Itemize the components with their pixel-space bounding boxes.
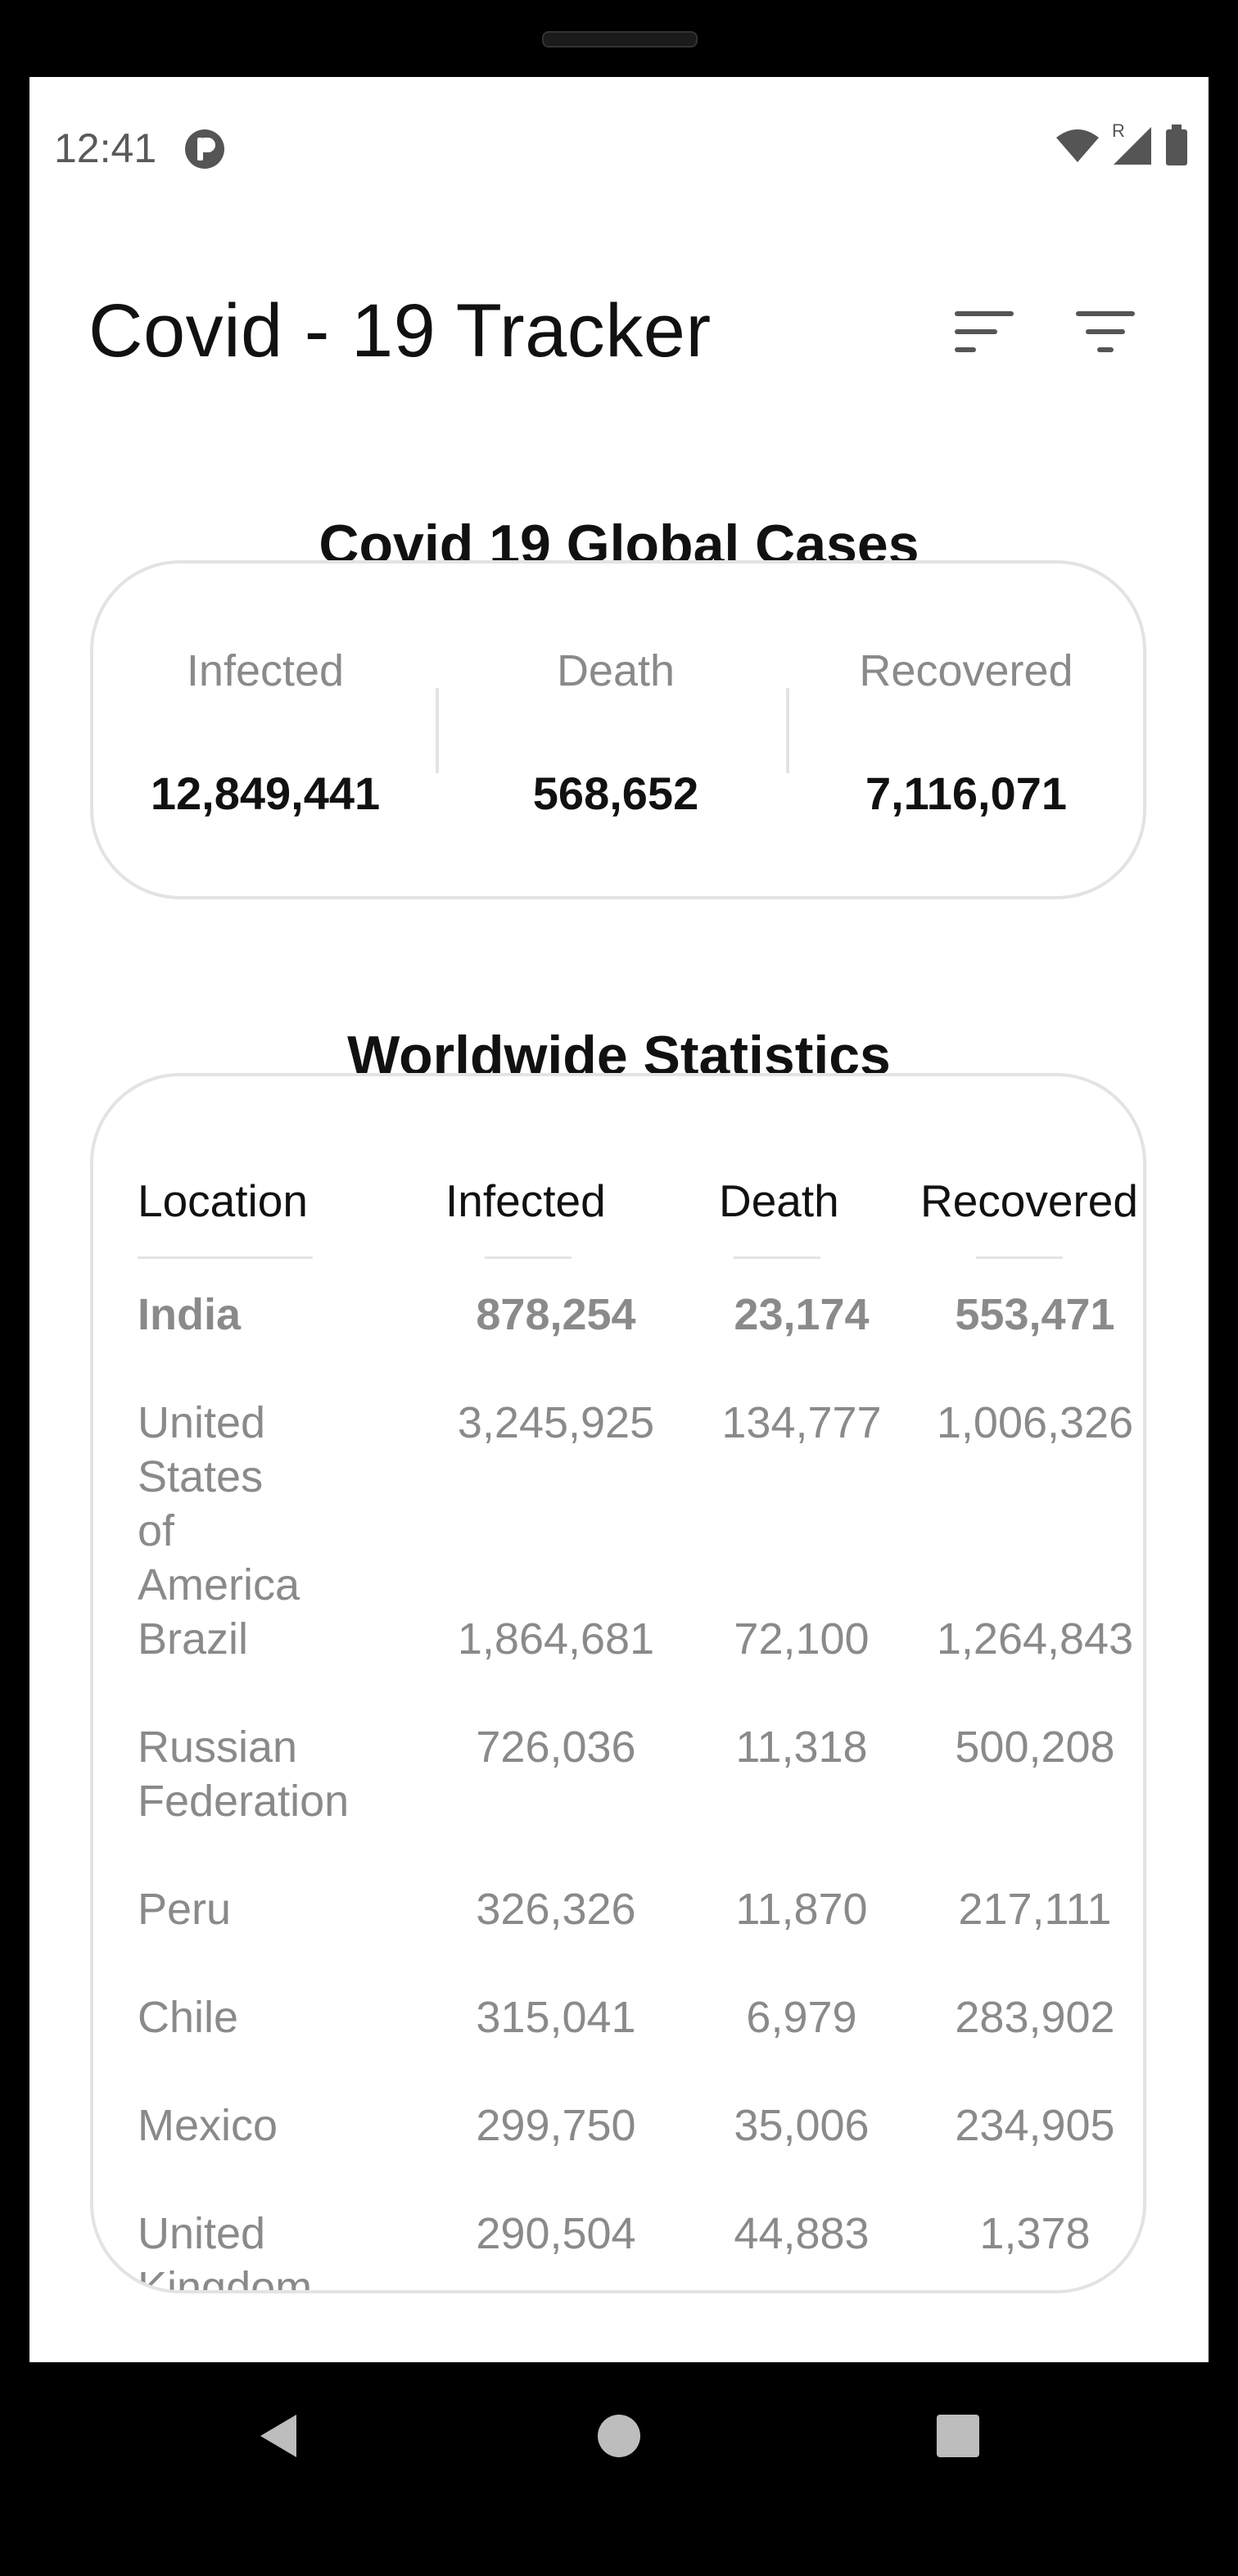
signal-icon: R <box>1112 120 1153 170</box>
cell-infected: 726,036 <box>476 1723 636 1772</box>
death-summary: Death 568,652 <box>444 564 788 896</box>
column-underline <box>485 1256 572 1259</box>
navigation-bar <box>0 2362 1238 2510</box>
infected-value: 12,849,441 <box>150 767 381 819</box>
worldwide-table-card[interactable]: Location Infected Death Recovered India … <box>90 1073 1146 2293</box>
cell-infected: 3,245,925 <box>457 1398 655 1447</box>
cell-death: 72,100 <box>734 1614 870 1664</box>
cell-infected: 315,041 <box>476 1993 636 2042</box>
column-header-location[interactable]: Location <box>138 1175 308 1227</box>
speaker-grille <box>542 31 698 48</box>
cell-recovered: 283,902 <box>955 1993 1115 2042</box>
column-underline <box>976 1256 1063 1259</box>
sort-icon <box>955 311 1014 352</box>
summary-divider <box>786 688 789 773</box>
wifi-icon <box>1055 128 1100 168</box>
cell-infected: 878,254 <box>476 1290 636 1339</box>
sort-button[interactable] <box>943 292 1025 373</box>
infected-label: Infected <box>186 646 345 695</box>
back-icon <box>260 2415 296 2457</box>
cell-location: Mexico <box>138 2101 278 2150</box>
infected-summary: Infected 12,849,441 <box>93 564 437 896</box>
filter-button[interactable] <box>1064 292 1146 373</box>
app-notification-icon <box>183 128 226 170</box>
cell-death: 35,006 <box>734 2101 870 2150</box>
cell-location: Peru <box>138 1885 232 1934</box>
cell-infected: 1,864,681 <box>457 1614 655 1664</box>
status-time: 12:41 <box>54 125 157 171</box>
cell-location: Brazil <box>138 1614 249 1664</box>
cell-location: India <box>138 1290 242 1339</box>
cell-location: United States of America <box>138 1398 300 1609</box>
cell-location: Chile <box>138 1993 239 2042</box>
column-header-infected[interactable]: Infected <box>445 1175 606 1227</box>
page-title: Covid - 19 Tracker <box>88 289 712 373</box>
column-header-recovered[interactable]: Recovered <box>920 1175 1138 1227</box>
cell-recovered: 1,264,843 <box>936 1614 1134 1664</box>
column-underline <box>734 1256 820 1259</box>
cell-recovered: 1,006,326 <box>936 1398 1134 1447</box>
home-button[interactable] <box>578 2395 660 2477</box>
recovered-summary: Recovered 7,116,071 <box>794 564 1138 896</box>
cell-recovered: 217,111 <box>958 1885 1112 1934</box>
cell-recovered: 234,905 <box>955 2101 1115 2150</box>
cell-death: 6,979 <box>746 1993 857 2042</box>
battery-icon <box>1164 124 1189 171</box>
cell-recovered: 500,208 <box>955 1723 1115 1772</box>
recovered-value: 7,116,071 <box>865 767 1068 819</box>
death-label: Death <box>556 646 675 695</box>
cell-location: Russian Federation <box>138 1723 350 1826</box>
back-button[interactable] <box>237 2395 319 2477</box>
status-icons: R <box>1055 120 1189 172</box>
cell-location: United Kingdom <box>138 2209 313 2293</box>
signal-roaming-label: R <box>1112 120 1125 141</box>
device-frame: 12:41 R Covid - 19 Tracker Covid 19 Glob… <box>0 0 1238 2576</box>
death-value: 568,652 <box>532 767 699 819</box>
cell-infected: 326,326 <box>476 1885 636 1934</box>
cell-death: 23,174 <box>734 1290 870 1339</box>
cell-recovered: 553,471 <box>955 1290 1115 1339</box>
cell-death: 134,777 <box>721 1398 882 1447</box>
table-header: Location Infected Death Recovered <box>93 1175 1143 1259</box>
cell-death: 44,883 <box>734 2209 870 2258</box>
column-header-death[interactable]: Death <box>719 1175 839 1227</box>
filter-icon <box>1076 311 1135 352</box>
recovered-label: Recovered <box>859 646 1073 695</box>
app-screen: 12:41 R Covid - 19 Tracker Covid 19 Glob… <box>29 77 1209 2362</box>
summary-divider <box>436 688 439 773</box>
recent-apps-button[interactable] <box>917 2395 999 2477</box>
cell-death: 11,870 <box>735 1885 868 1934</box>
recent-apps-icon <box>937 2415 979 2457</box>
cell-infected: 299,750 <box>476 2101 636 2150</box>
status-bar: 12:41 R <box>29 77 1209 216</box>
column-underline <box>138 1256 313 1259</box>
cell-recovered: 1,378 <box>979 2209 1091 2258</box>
cell-death: 11,318 <box>735 1723 868 1772</box>
cell-infected: 290,504 <box>476 2209 636 2258</box>
home-icon <box>598 2415 640 2457</box>
global-summary-card: Infected 12,849,441 Death 568,652 Recove… <box>90 560 1146 899</box>
